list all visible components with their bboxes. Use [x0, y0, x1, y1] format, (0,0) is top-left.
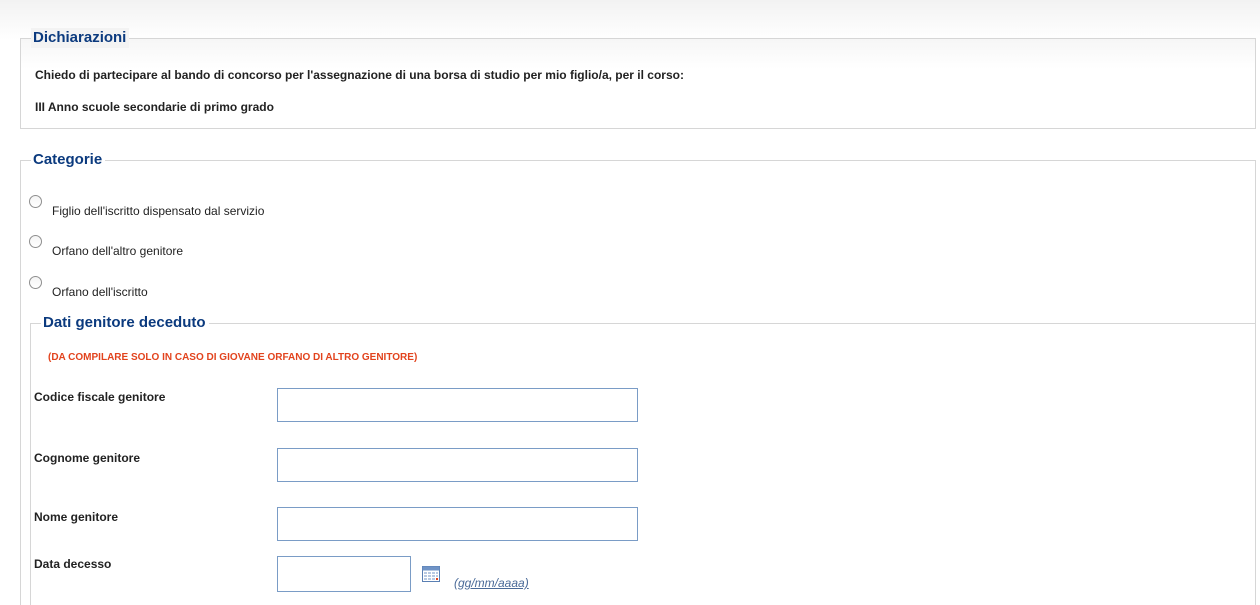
categorie-section: Categorie Figlio dell'iscritto dispensat… [20, 150, 1256, 605]
codice-fiscale-input[interactable] [277, 388, 638, 422]
corso-text: III Anno scuole secondarie di primo grad… [35, 100, 274, 114]
categoria-label-orfano-iscritto: Orfano dell'iscritto [52, 285, 148, 299]
codice-fiscale-label: Codice fiscale genitore [34, 390, 166, 404]
cognome-label: Cognome genitore [34, 451, 141, 465]
categoria-radio-figlio-dispensato[interactable] [29, 195, 42, 208]
cognome-input[interactable] [277, 448, 638, 482]
nome-label: Nome genitore [34, 510, 119, 524]
dati-genitore-warning: (DA COMPILARE SOLO IN CASO DI GIOVANE OR… [48, 352, 418, 363]
dichiarazioni-section: Dichiarazioni Chiedo di partecipare al b… [20, 28, 1256, 129]
data-format-hint: (gg/mm/aaaa) [454, 576, 529, 590]
categoria-label-orfano-altro-genitore: Orfano dell'altro genitore [52, 244, 184, 258]
categoria-radio-orfano-altro-genitore[interactable] [29, 235, 42, 248]
dichiarazioni-legend: Dichiarazioni [31, 28, 130, 48]
dichiarazione-text: Chiedo di partecipare al bando di concor… [35, 68, 684, 82]
data-decesso-input[interactable] [277, 556, 411, 592]
categoria-label-figlio-dispensato: Figlio dell'iscritto dispensato dal serv… [52, 204, 265, 218]
categoria-radio-orfano-iscritto[interactable] [29, 276, 42, 289]
categorie-legend: Categorie [31, 150, 106, 170]
page: Dichiarazioni Chiedo di partecipare al b… [0, 0, 1260, 605]
data-decesso-label: Data decesso [34, 557, 112, 571]
dati-genitore-legend: Dati genitore deceduto [41, 313, 209, 333]
dati-genitore-section: Dati genitore deceduto (DA COMPILARE SOL… [30, 313, 1256, 605]
calendar-icon[interactable] [422, 566, 440, 582]
nome-input[interactable] [277, 507, 638, 541]
